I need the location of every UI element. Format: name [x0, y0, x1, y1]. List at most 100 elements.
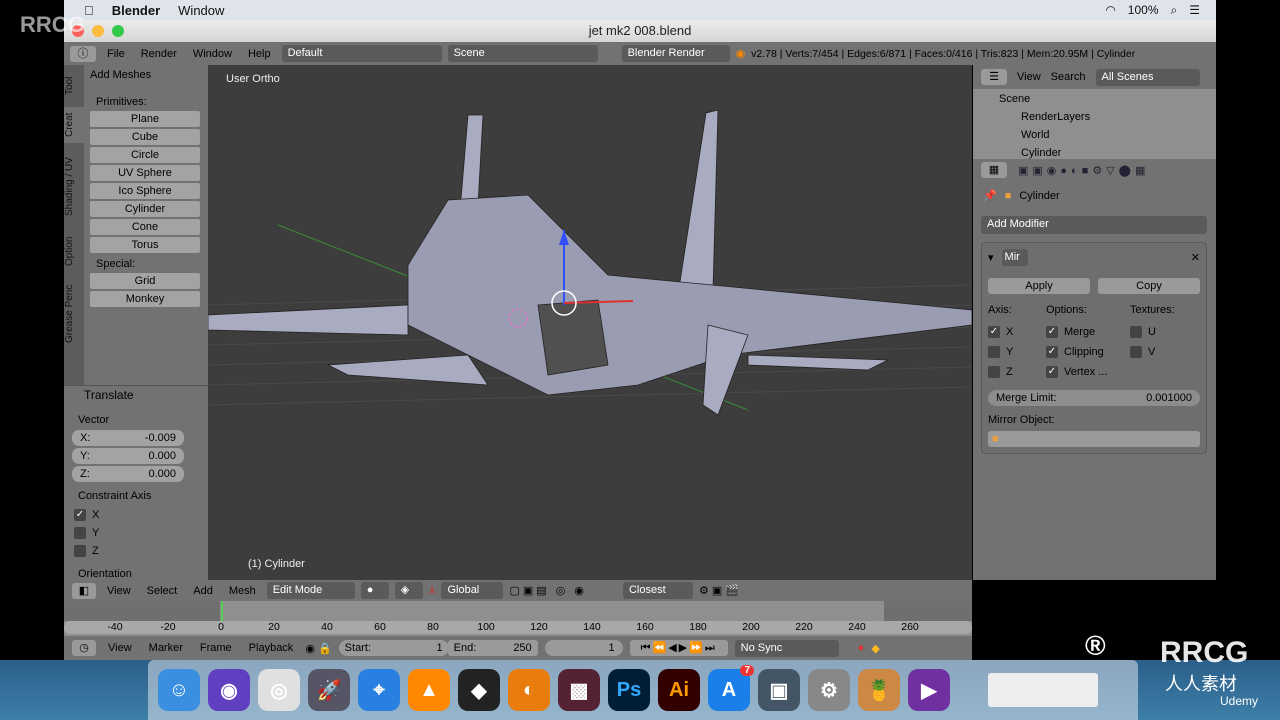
menu-window[interactable]: Window	[188, 48, 237, 60]
modifier-options-vertex[interactable]: ✓ Vertex ...	[1046, 362, 1130, 382]
layout-select[interactable]: Default	[281, 45, 442, 62]
add-ico-sphere[interactable]: Ico Sphere	[90, 183, 200, 199]
outliner-editor-icon[interactable]: ☰	[981, 69, 1007, 85]
dock-ai[interactable]: Ai	[658, 669, 700, 711]
view3d-menu-mesh[interactable]: Mesh	[224, 585, 261, 597]
render-icons[interactable]: ⚙ ▣ 🎬	[699, 584, 739, 597]
vector-y-field[interactable]: Y: 0.000	[72, 448, 184, 464]
menu-file[interactable]: File	[102, 48, 130, 60]
merge-limit-field[interactable]: Merge Limit: 0.001000	[988, 390, 1200, 406]
outliner-menu-search[interactable]: Search	[1051, 71, 1086, 83]
dock-photo[interactable]: 🍍	[858, 669, 900, 711]
add-grid[interactable]: Grid	[90, 273, 200, 289]
vector-x-field[interactable]: X: -0.009	[72, 430, 184, 446]
wifi-icon[interactable]: ◠	[1105, 3, 1115, 18]
view3d-menu-add[interactable]: Add	[188, 585, 218, 597]
menu-help[interactable]: Help	[243, 48, 276, 60]
minimize-button[interactable]	[92, 25, 104, 37]
timeline-editor-icon[interactable]: ◷	[72, 640, 96, 656]
dock-screenshot[interactable]: ▶	[908, 669, 950, 711]
tab-0[interactable]: Tool	[64, 69, 84, 103]
timeline-menu-playback[interactable]: Playback	[244, 642, 299, 654]
add-modifier-select[interactable]: Add Modifier	[981, 216, 1207, 234]
timeline-menu-marker[interactable]: Marker	[144, 642, 188, 654]
tab-2[interactable]: Shading / UV	[64, 147, 84, 227]
timeline-menu-view[interactable]: View	[103, 642, 137, 654]
mode-select[interactable]: Edit Mode	[266, 582, 355, 599]
info-editor-icon[interactable]: ⓘ	[70, 45, 96, 62]
outliner-item-world[interactable]: World	[991, 129, 1216, 147]
dock-recent-items[interactable]	[988, 673, 1098, 707]
translate-panel-title[interactable]: Translate	[84, 388, 134, 402]
add-uv-sphere[interactable]: UV Sphere	[90, 165, 200, 181]
copy-button[interactable]: Copy	[1098, 278, 1200, 294]
add-monkey[interactable]: Monkey	[90, 291, 200, 307]
modifier-options-merge[interactable]: ✓ Merge	[1046, 322, 1130, 342]
dock-siri[interactable]: ◉	[208, 669, 250, 711]
outliner-menu-view[interactable]: View	[1017, 71, 1041, 83]
sync-select[interactable]: No Sync	[734, 639, 839, 657]
modifier-axes-y[interactable]: Y	[988, 342, 1046, 362]
playback-controls[interactable]: ⏮⏪◀▶⏩⏭	[629, 640, 728, 656]
constraint-z-checkbox[interactable]: Z	[74, 542, 99, 560]
shading-select[interactable]: ●	[360, 582, 389, 599]
dock-app-store[interactable]: A7	[708, 665, 754, 711]
dock-vlc[interactable]: ▲	[408, 669, 450, 711]
modifier-textures-u[interactable]: U	[1130, 322, 1190, 342]
tab-4[interactable]: Grease Penc	[64, 275, 84, 353]
dock-system-preferences[interactable]: ⚙	[808, 669, 850, 711]
modifier-axes-z[interactable]: Z	[988, 362, 1046, 382]
record-icon[interactable]: ●	[858, 642, 865, 654]
end-frame-field[interactable]: End: 250	[447, 640, 538, 656]
apple-icon[interactable]: 	[84, 3, 94, 18]
menu-render[interactable]: Render	[136, 48, 182, 60]
battery-status[interactable]: 100%	[1128, 3, 1159, 18]
menu-app-name[interactable]: Blender	[112, 3, 160, 18]
properties-context-icons[interactable]: ▣▣◉●◐■⚙▽⬤▦	[1018, 164, 1149, 177]
outliner-item-renderlayers[interactable]: RenderLayers	[991, 111, 1216, 129]
dock-safari[interactable]: ⌖	[358, 669, 400, 711]
3d-viewport[interactable]: User Ortho (1) Cylinder	[208, 65, 972, 580]
dock-finder[interactable]: ☺	[158, 669, 200, 711]
add-meshes-panel-title[interactable]: Add Meshes	[90, 69, 151, 81]
menu-list-icon[interactable]: ☰	[1189, 3, 1200, 18]
pivot-select[interactable]: ◈	[394, 582, 423, 599]
3d-view-editor-icon[interactable]: ◧	[72, 582, 96, 599]
current-frame-marker[interactable]	[221, 601, 223, 621]
view3d-menu-select[interactable]: Select	[142, 585, 183, 597]
constraint-y-checkbox[interactable]: Y	[74, 524, 99, 542]
search-icon[interactable]: ⌕	[1171, 3, 1178, 18]
render-engine-select[interactable]: Blender Render	[621, 45, 730, 62]
menu-window[interactable]: Window	[178, 3, 224, 18]
keyframe-icon[interactable]: ◆	[871, 642, 879, 655]
pin-icon[interactable]: 📌	[983, 189, 997, 202]
outliner-filter-select[interactable]: All Scenes	[1095, 68, 1200, 86]
snap-target-select[interactable]: Closest	[622, 582, 693, 599]
add-torus[interactable]: Torus	[90, 237, 200, 253]
remove-modifier-icon[interactable]: ✕	[1191, 251, 1200, 264]
dock-blender[interactable]: ◐	[508, 669, 550, 711]
apply-button[interactable]: Apply	[988, 278, 1090, 294]
add-cube[interactable]: Cube	[90, 129, 200, 145]
modifier-name-field[interactable]: Mir	[1001, 249, 1028, 266]
tab-3[interactable]: Option	[64, 231, 84, 271]
add-plane[interactable]: Plane	[90, 111, 200, 127]
vector-z-field[interactable]: Z: 0.000	[72, 466, 184, 482]
view3d-menu-view[interactable]: View	[102, 585, 136, 597]
timeline-menu-frame[interactable]: Frame	[195, 642, 237, 654]
select-mode-icons[interactable]: ▢▣▤ ◎ ◉	[509, 584, 587, 597]
add-cone[interactable]: Cone	[90, 219, 200, 235]
start-frame-field[interactable]: Start: 1	[338, 640, 449, 656]
constraint-x-checkbox[interactable]: ✓ X	[74, 506, 99, 524]
timeline[interactable]: -40 -20 0 20 40 60 80 100 120 140 160 180 200 220 240 2…	[64, 601, 972, 636]
modifier-textures-v[interactable]: V	[1130, 342, 1190, 362]
dock-ps[interactable]: Ps	[608, 669, 650, 711]
dock-game[interactable]: ▩	[558, 669, 600, 711]
tab-1[interactable]: Creat	[64, 107, 84, 143]
current-frame-field[interactable]: 1	[544, 640, 623, 656]
manipulator-icon[interactable]: ⅄	[429, 584, 436, 597]
orientation-select[interactable]: Global	[441, 582, 504, 599]
add-circle[interactable]: Circle	[90, 147, 200, 163]
properties-editor-icon[interactable]: ▦	[981, 162, 1007, 178]
collapse-icon[interactable]: ▾	[988, 251, 994, 264]
